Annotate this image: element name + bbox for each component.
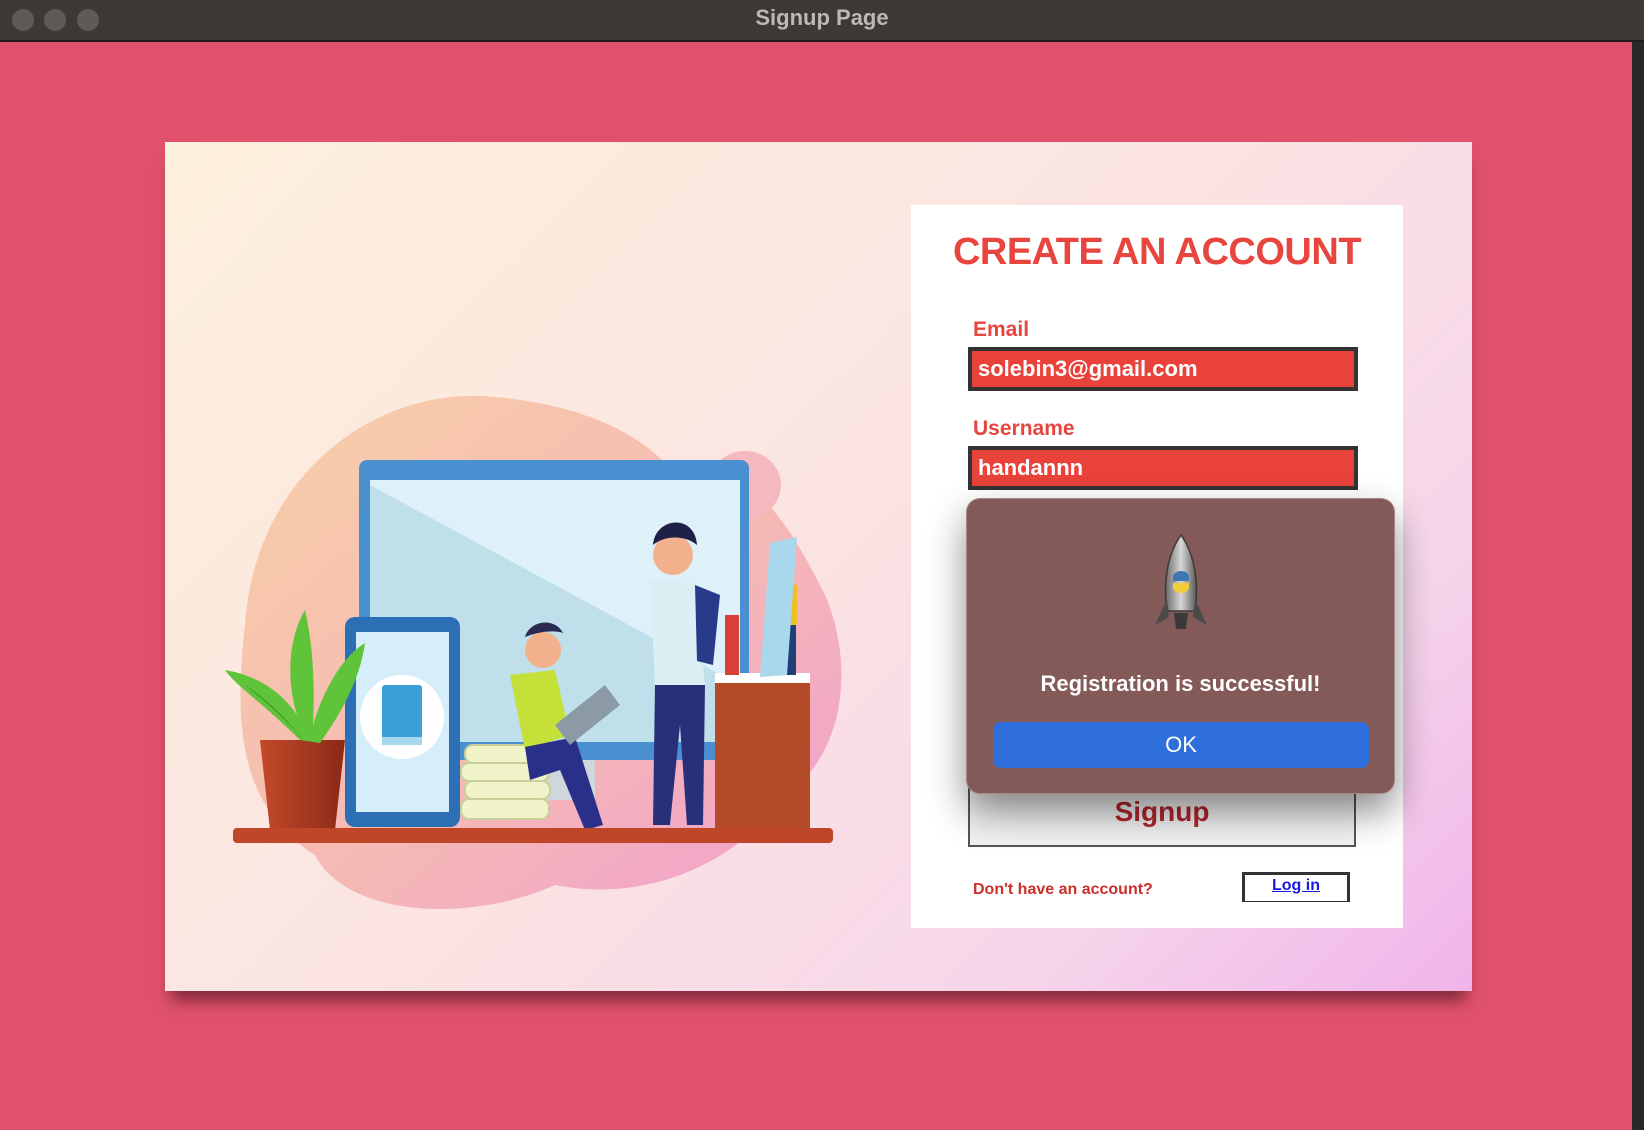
no-account-text: Don't have an account? xyxy=(973,881,1153,898)
window-edge xyxy=(1632,42,1644,1130)
python-rocket-icon xyxy=(1155,533,1207,629)
signup-button[interactable]: Signup xyxy=(968,785,1356,847)
username-label: Username xyxy=(973,417,1075,440)
email-field[interactable] xyxy=(968,347,1358,391)
shelf xyxy=(233,828,833,843)
window-title: Signup Page xyxy=(755,5,889,30)
pencil-cup xyxy=(715,680,810,830)
login-link[interactable]: Log in xyxy=(1272,877,1320,894)
login-button[interactable]: Log in xyxy=(1242,872,1350,902)
username-field[interactable] xyxy=(968,446,1358,490)
window-titlebar: Signup Page xyxy=(0,0,1644,42)
book-icon xyxy=(382,685,422,743)
ok-button[interactable]: OK xyxy=(993,722,1369,768)
email-label: Email xyxy=(973,318,1030,341)
page-title: CREATE AN ACCOUNT xyxy=(952,231,1362,273)
workspace-illustration xyxy=(225,395,842,909)
dialog-message: Registration is successful! xyxy=(1040,671,1321,696)
success-dialog: Registration is successful! OK xyxy=(966,498,1395,794)
